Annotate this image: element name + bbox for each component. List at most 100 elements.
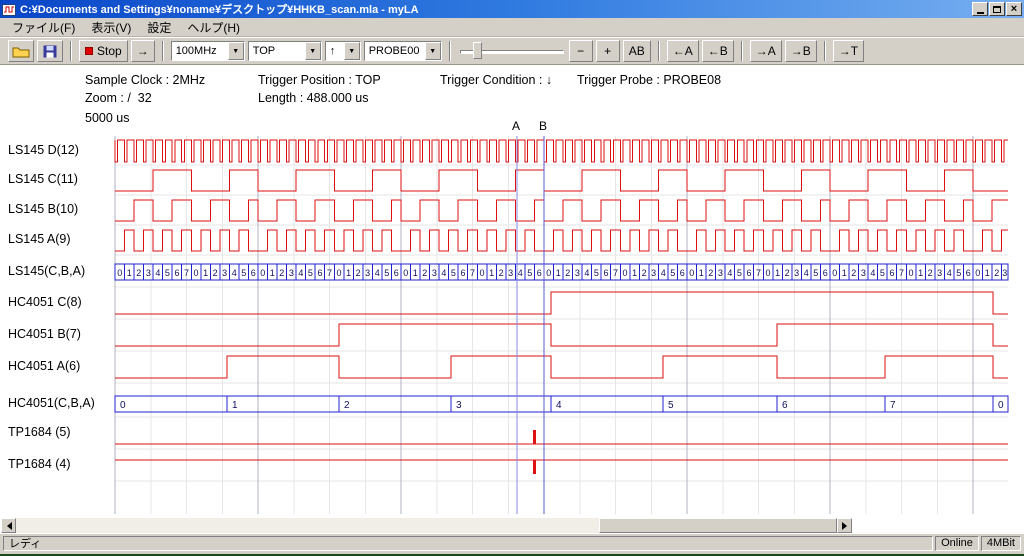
goto-cursor-b-left-button[interactable]: ←B [702, 40, 734, 62]
scroll-right-arrow-icon [842, 522, 851, 530]
bus-value-hc4051: 6 [782, 400, 788, 411]
bus-value-ls145: 2 [136, 268, 141, 278]
run-button[interactable]: → [131, 40, 155, 62]
bus-value-ls145: 7 [756, 268, 761, 278]
bus-value-ls145: 1 [699, 268, 704, 278]
trigger-probe-info: Trigger Probe : PROBE08 [577, 73, 721, 87]
bus-value-ls145: 2 [565, 268, 570, 278]
goto-cursor-a-left-button[interactable]: ←A [667, 40, 699, 62]
bus-value-ls145: 2 [422, 268, 427, 278]
floppy-disk-icon [43, 45, 57, 58]
trigger-probe-select[interactable]: PROBE00 ▼ [364, 41, 442, 61]
open-file-button[interactable] [8, 40, 34, 62]
waveform-ls145-d12 [115, 140, 1008, 162]
menu-file[interactable]: ファイル(F) [4, 18, 83, 37]
zoom-slider[interactable] [460, 41, 564, 61]
bus-value-ls145: 3 [651, 268, 656, 278]
run-arrow-icon: → [137, 44, 149, 58]
trigger-position-select[interactable]: TOP ▼ [248, 41, 322, 61]
bus-value-ls145: 3 [937, 268, 942, 278]
bus-value-ls145: 5 [737, 268, 742, 278]
scrollbar-track[interactable] [16, 518, 837, 533]
bus-value-ls145: 5 [241, 268, 246, 278]
trigger-edge-select[interactable]: ↑ ▼ [325, 41, 361, 61]
bus-value-ls145: 6 [394, 268, 399, 278]
horizontal-scrollbar[interactable] [1, 518, 852, 533]
bus-value-hc4051: 4 [556, 400, 562, 411]
goto-cursor-b-right-button[interactable]: →B [785, 40, 817, 62]
bus-value-ls145: 5 [956, 268, 961, 278]
waveform-plot[interactable]: 0123456701234560123456701234560123456701… [0, 136, 1024, 514]
menu-bar: ファイル(F) 表示(V) 設定 ヘルプ(H) [0, 18, 1024, 37]
bus-value-ls145: 4 [518, 268, 523, 278]
bus-value-ls145: 6 [174, 268, 179, 278]
toolbar-separator [162, 41, 164, 61]
chevron-down-icon[interactable]: ▼ [305, 42, 321, 60]
chevron-down-icon[interactable]: ▼ [344, 42, 360, 60]
bus-value-ls145: 5 [880, 268, 885, 278]
minimize-button[interactable] [972, 2, 988, 16]
bus-value-ls145: 3 [575, 268, 580, 278]
save-file-button[interactable] [37, 40, 63, 62]
scroll-left-button[interactable] [1, 518, 16, 533]
title-bar[interactable]: C:¥Documents and Settings¥noname¥デスクトップ¥… [0, 0, 1024, 18]
bus-value-ls145: 6 [746, 268, 751, 278]
bus-value-ls145: 0 [765, 268, 770, 278]
goto-trigger-button[interactable]: →T [833, 40, 864, 62]
maximize-button[interactable] [989, 2, 1005, 16]
menu-settings[interactable]: 設定 [139, 18, 179, 37]
bus-value-ls145: 0 [546, 268, 551, 278]
trigger-position-value: TOP [249, 45, 305, 57]
bus-value-ls145: 6 [251, 268, 256, 278]
chevron-down-icon[interactable]: ▼ [425, 42, 441, 60]
bus-value-ls145: 0 [622, 268, 627, 278]
bus-value-ls145: 5 [451, 268, 456, 278]
stop-icon [85, 47, 93, 55]
bus-value-ls145: 6 [823, 268, 828, 278]
scroll-right-button[interactable] [837, 518, 852, 533]
chevron-down-icon[interactable]: ▼ [228, 42, 244, 60]
menu-help[interactable]: ヘルプ(H) [179, 18, 248, 37]
bus-value-ls145: 6 [603, 268, 608, 278]
bus-value-ls145: 7 [899, 268, 904, 278]
bus-value-ls145: 3 [718, 268, 723, 278]
bus-value-ls145: 5 [165, 268, 170, 278]
bus-value-ls145: 1 [842, 268, 847, 278]
bus-value-ls145: 6 [537, 268, 542, 278]
trigger-condition-info: Trigger Condition : ↓ [440, 73, 552, 87]
stop-button[interactable]: Stop [79, 40, 128, 62]
close-button[interactable]: × [1006, 2, 1022, 16]
bus-value-ls145: 0 [689, 268, 694, 278]
bus-value-ls145: 6 [460, 268, 465, 278]
bus-value-ls145: 1 [270, 268, 275, 278]
ab-range-button[interactable]: AB [623, 40, 651, 62]
bus-value-ls145: 2 [708, 268, 713, 278]
bus-value-ls145: 4 [584, 268, 589, 278]
folder-open-icon [12, 45, 30, 58]
waveform-ls145-b10 [115, 200, 1008, 221]
trigger-probe-value: PROBE00 [365, 45, 425, 57]
bus-value-ls145: 1 [632, 268, 637, 278]
bus-value-ls145: 5 [308, 268, 313, 278]
toolbar-separator [741, 41, 743, 61]
cursor-a-label[interactable]: A [512, 119, 520, 133]
zoom-out-button[interactable]: − [569, 40, 593, 62]
bus-value-ls145: 7 [184, 268, 189, 278]
bus-value-hc4051: 1 [232, 400, 238, 411]
cursor-b-label[interactable]: B [539, 119, 547, 133]
zoom-in-button[interactable]: + [596, 40, 620, 62]
bus-value-ls145: 1 [489, 268, 494, 278]
sample-clock-select[interactable]: 100MHz ▼ [171, 41, 245, 61]
zoom-slider-thumb[interactable] [473, 42, 482, 59]
bus-value-hc4051: 7 [890, 400, 896, 411]
menu-view[interactable]: 表示(V) [83, 18, 139, 37]
bus-value-ls145: 4 [804, 268, 809, 278]
bus-value-ls145: 3 [289, 268, 294, 278]
bus-value-ls145: 7 [470, 268, 475, 278]
goto-cursor-a-right-button[interactable]: →A [750, 40, 782, 62]
scrollbar-thumb[interactable] [599, 518, 837, 533]
bus-value-ls145: 7 [613, 268, 618, 278]
bus-value-ls145: 4 [441, 268, 446, 278]
toolbar-separator [449, 41, 451, 61]
toolbar: Stop → 100MHz ▼ TOP ▼ ↑ ▼ PROBE00 ▼ − + … [0, 37, 1024, 65]
